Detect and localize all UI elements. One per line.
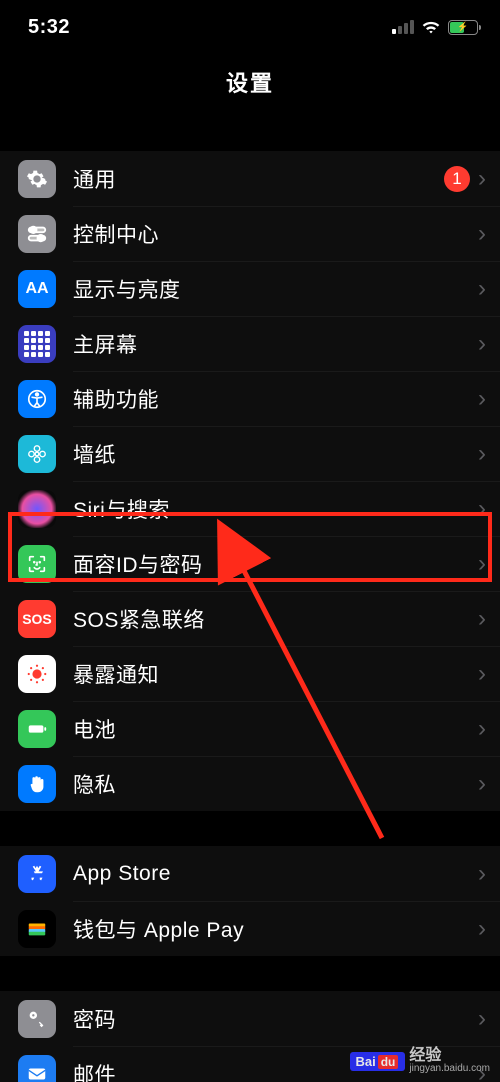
accessibility-icon [18, 380, 56, 418]
chevron-right-icon: › [478, 440, 486, 468]
section-separator [0, 811, 500, 846]
status-bar: 5:32 ⚡ [0, 0, 500, 48]
wifi-icon [421, 20, 441, 35]
row-privacy[interactable]: 隐私 › [0, 756, 500, 811]
row-label: SOS紧急联络 [73, 604, 205, 634]
status-indicators: ⚡ [392, 20, 478, 35]
text-size-icon: AA [18, 270, 56, 308]
row-label: 主屏幕 [73, 329, 138, 359]
page-title: 设置 [0, 48, 500, 116]
row-label: App Store [73, 862, 171, 886]
row-label: 墙纸 [73, 439, 116, 469]
chevron-right-icon: › [478, 330, 486, 358]
toggles-icon [18, 215, 56, 253]
chevron-right-icon: › [478, 715, 486, 743]
watermark-title: 经验 [409, 1048, 490, 1064]
row-label: 电池 [73, 714, 116, 744]
chevron-right-icon: › [478, 220, 486, 248]
row-siri[interactable]: Siri与搜索 › [0, 481, 500, 536]
chevron-right-icon: › [478, 605, 486, 633]
chevron-right-icon: › [478, 165, 486, 193]
sos-icon: SOS [18, 600, 56, 638]
row-accessibility[interactable]: 辅助功能 › [0, 371, 500, 426]
row-label: 密码 [73, 1004, 116, 1034]
row-exposure[interactable]: 暴露通知 › [0, 646, 500, 701]
row-label: 显示与亮度 [73, 274, 181, 304]
siri-icon [18, 490, 56, 528]
row-passwords[interactable]: 密码 › [0, 991, 500, 1046]
chevron-right-icon: › [478, 550, 486, 578]
row-display[interactable]: AA 显示与亮度 › [0, 261, 500, 316]
chevron-right-icon: › [478, 275, 486, 303]
wallet-icon [18, 910, 56, 948]
battery-full-icon [18, 710, 56, 748]
row-general[interactable]: 通用 1 › [0, 151, 500, 206]
battery-icon: ⚡ [448, 20, 478, 35]
row-battery[interactable]: 电池 › [0, 701, 500, 756]
mail-icon [18, 1055, 56, 1082]
row-label: Siri与搜索 [73, 494, 170, 524]
key-icon [18, 1000, 56, 1038]
chevron-right-icon: › [478, 860, 486, 888]
row-label: 面容ID与密码 [73, 549, 203, 579]
notification-badge: 1 [444, 166, 470, 192]
chevron-right-icon: › [478, 1005, 486, 1033]
flower-icon [18, 435, 56, 473]
settings-group-2: App Store › 钱包与 Apple Pay › [0, 846, 500, 956]
watermark-url: jingyan.baidu.com [409, 1064, 490, 1074]
row-home-screen[interactable]: 主屏幕 › [0, 316, 500, 371]
watermark: Baidu 经验 jingyan.baidu.com [350, 1048, 490, 1074]
settings-group-1: 通用 1 › 控制中心 › AA 显示与亮度 › 主屏幕 › [0, 151, 500, 811]
row-faceid[interactable]: 面容ID与密码 › [0, 536, 500, 591]
chevron-right-icon: › [478, 915, 486, 943]
row-appstore[interactable]: App Store › [0, 846, 500, 901]
row-label: 辅助功能 [73, 384, 159, 414]
faceid-icon [18, 545, 56, 583]
gear-icon [18, 160, 56, 198]
row-control-center[interactable]: 控制中心 › [0, 206, 500, 261]
row-wallet[interactable]: 钱包与 Apple Pay › [0, 901, 500, 956]
row-label: 控制中心 [73, 219, 159, 249]
cellular-signal-icon [392, 20, 414, 34]
row-label: 隐私 [73, 769, 116, 799]
row-sos[interactable]: SOS SOS紧急联络 › [0, 591, 500, 646]
chevron-right-icon: › [478, 770, 486, 798]
status-time: 5:32 [28, 16, 70, 39]
chevron-right-icon: › [478, 385, 486, 413]
exposure-icon [18, 655, 56, 693]
watermark-logo: Baidu [350, 1052, 405, 1071]
hand-icon [18, 765, 56, 803]
home-grid-icon [18, 325, 56, 363]
row-wallpaper[interactable]: 墙纸 › [0, 426, 500, 481]
section-separator [0, 116, 500, 151]
row-label: 钱包与 Apple Pay [73, 914, 244, 944]
row-label: 暴露通知 [73, 659, 159, 689]
chevron-right-icon: › [478, 660, 486, 688]
row-label: 邮件 [73, 1059, 116, 1082]
section-separator [0, 956, 500, 991]
chevron-right-icon: › [478, 495, 486, 523]
appstore-icon [18, 855, 56, 893]
row-label: 通用 [73, 164, 116, 194]
